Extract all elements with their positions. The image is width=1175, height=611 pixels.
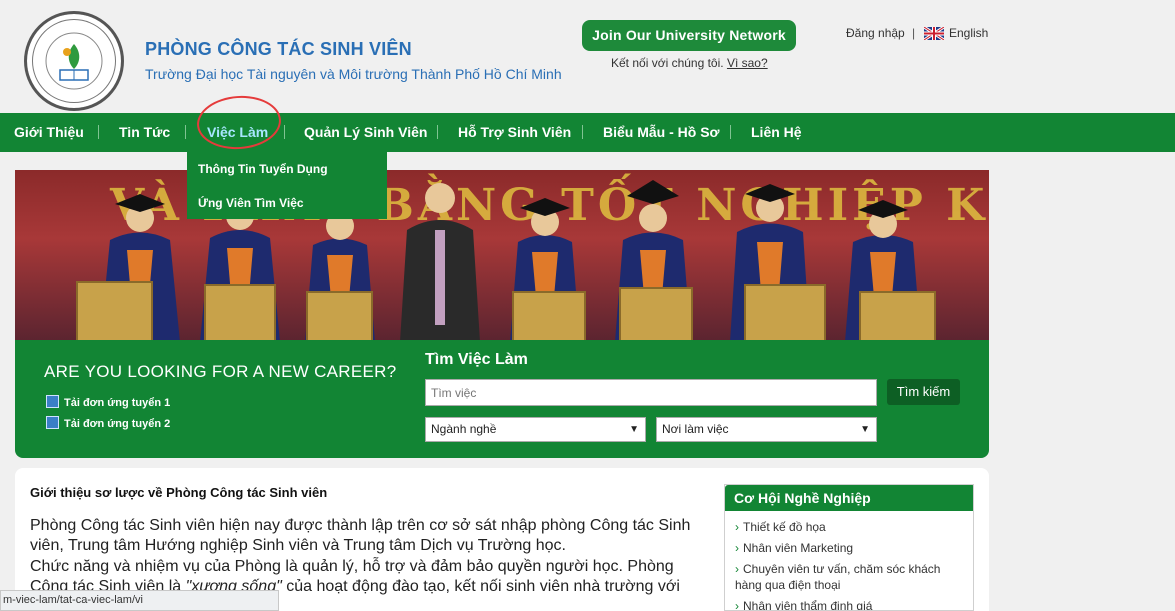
nav-divider	[284, 125, 285, 139]
site-title: PHÒNG CÔNG TÁC SINH VIÊN	[145, 39, 412, 59]
nav-item-gioi-thieu[interactable]: Giới Thiệu	[14, 113, 84, 152]
location-select-value: Nơi làm việc	[662, 422, 729, 436]
nav-item-ho-tro-sinh-vien[interactable]: Hỗ Trợ Sinh Viên	[458, 113, 571, 152]
career-link-label: Thiết kế đồ họa	[743, 520, 826, 534]
nav-item-quan-ly-sinh-vien[interactable]: Quản Lý Sinh Viên	[304, 113, 427, 152]
graduation-banner-image: VÀ PHÁT BẰNG TỐT NGHIỆP KHÓA 2012 - 2015	[15, 170, 989, 342]
download-form-2-label: Tải đơn ứng tuyển 2	[64, 418, 171, 430]
career-link-label: Nhân viên Marketing	[743, 541, 854, 555]
browser-status-url: m-viec-lam/tat-ca-viec-lam/vi	[0, 590, 279, 611]
paragraph-2-line-1: Chức năng và nhiệm vụ của Phòng là quản …	[30, 558, 674, 575]
career-link-label: Chuyên viên tư vấn, chăm sóc khách hàng …	[735, 562, 941, 592]
nav-divider	[437, 125, 438, 139]
arrow-bullet-icon: ›	[735, 599, 739, 611]
site-subtitle: Trường Đại học Tài nguyên và Môi trường …	[145, 66, 562, 82]
language-link[interactable]: English	[949, 26, 988, 40]
dropdown-arrow-icon: ▼	[860, 424, 870, 435]
career-headline: ARE YOU LOOKING FOR A NEW CAREER?	[44, 362, 397, 381]
career-link[interactable]: › Nhân viên Marketing	[735, 540, 853, 556]
industry-select-value: Ngành nghề	[431, 422, 497, 436]
download-form-2-link[interactable]: Tải đơn ứng tuyển 2	[46, 416, 170, 430]
viec-lam-dropdown-menu: Thông Tin Tuyển Dụng Ứng Viên Tìm Việc	[187, 152, 387, 219]
menu-item-thong-tin-tuyen-dung[interactable]: Thông Tin Tuyển Dụng	[198, 162, 328, 176]
paragraph-2-line-2b: của hoạt động đào tạo, kết nối sinh viên…	[281, 578, 680, 595]
career-link-label: Nhân viên thẩm định giá	[743, 599, 873, 611]
career-link[interactable]: › Chuyên viên tư vấn, chăm sóc khách hàng…	[735, 561, 963, 593]
download-form-1-label: Tải đơn ứng tuyển 1	[64, 397, 171, 409]
why-link[interactable]: Vì sao?	[727, 56, 768, 70]
header-separator: |	[912, 26, 916, 40]
graduates-illustration-icon	[76, 180, 936, 342]
intro-title: Giới thiệu sơ lược về Phòng Công tác Sin…	[30, 485, 328, 500]
uk-flag-icon[interactable]	[924, 27, 944, 40]
job-search-input[interactable]	[425, 379, 877, 406]
industry-select[interactable]: Ngành nghề ▼	[425, 417, 646, 442]
menu-item-ung-vien-tim-viec[interactable]: Ứng Viên Tìm Việc	[198, 196, 304, 210]
save-disk-icon	[46, 395, 59, 408]
arrow-bullet-icon: ›	[735, 541, 739, 555]
download-form-1-link[interactable]: Tải đơn ứng tuyển 1	[46, 395, 170, 409]
career-link[interactable]: › Thiết kế đồ họa	[735, 519, 826, 535]
career-opportunities-title: Cơ Hội Nghề Nghiệp	[725, 485, 973, 511]
connect-label: Kết nối với chúng tôi.	[611, 56, 724, 70]
search-title: Tìm Việc Làm	[425, 351, 528, 368]
search-button[interactable]: Tìm kiếm	[887, 379, 960, 405]
nav-divider	[582, 125, 583, 139]
career-opportunities-box: Cơ Hội Nghề Nghiệp › Thiết kế đồ họa › Nhâ…	[724, 484, 974, 611]
connect-text: Kết nối với chúng tôi. Vì sao?	[611, 56, 768, 70]
arrow-bullet-icon: ›	[735, 520, 739, 534]
nav-item-bieu-mau-ho-so[interactable]: Biểu Mẫu - Hồ Sơ	[603, 113, 720, 152]
site-header: PHÒNG CÔNG TÁC SINH VIÊN Trường Đại học …	[0, 0, 1175, 113]
location-select[interactable]: Nơi làm việc ▼	[656, 417, 877, 442]
join-network-button[interactable]: Join Our University Network	[582, 20, 796, 51]
career-link[interactable]: › Nhân viên thẩm định giá	[735, 598, 873, 611]
save-disk-icon	[46, 416, 59, 429]
dropdown-arrow-icon: ▼	[629, 424, 639, 435]
university-logo[interactable]	[24, 11, 124, 111]
nav-item-lien-he[interactable]: Liên Hệ	[751, 113, 802, 152]
intro-paragraph-1: Phòng Công tác Sinh viên hiện nay được t…	[30, 517, 691, 554]
login-link[interactable]: Đăng nhập	[846, 26, 905, 40]
nav-divider	[730, 125, 731, 139]
nav-divider	[185, 125, 186, 139]
arrow-bullet-icon: ›	[735, 562, 739, 576]
logo-emblem-icon	[45, 32, 103, 90]
nav-divider	[98, 125, 99, 139]
main-nav: Giới Thiệu Tin Tức Việc Làm Quản Lý Sinh…	[0, 113, 1175, 152]
nav-item-tin-tuc[interactable]: Tin Tức	[119, 113, 170, 152]
